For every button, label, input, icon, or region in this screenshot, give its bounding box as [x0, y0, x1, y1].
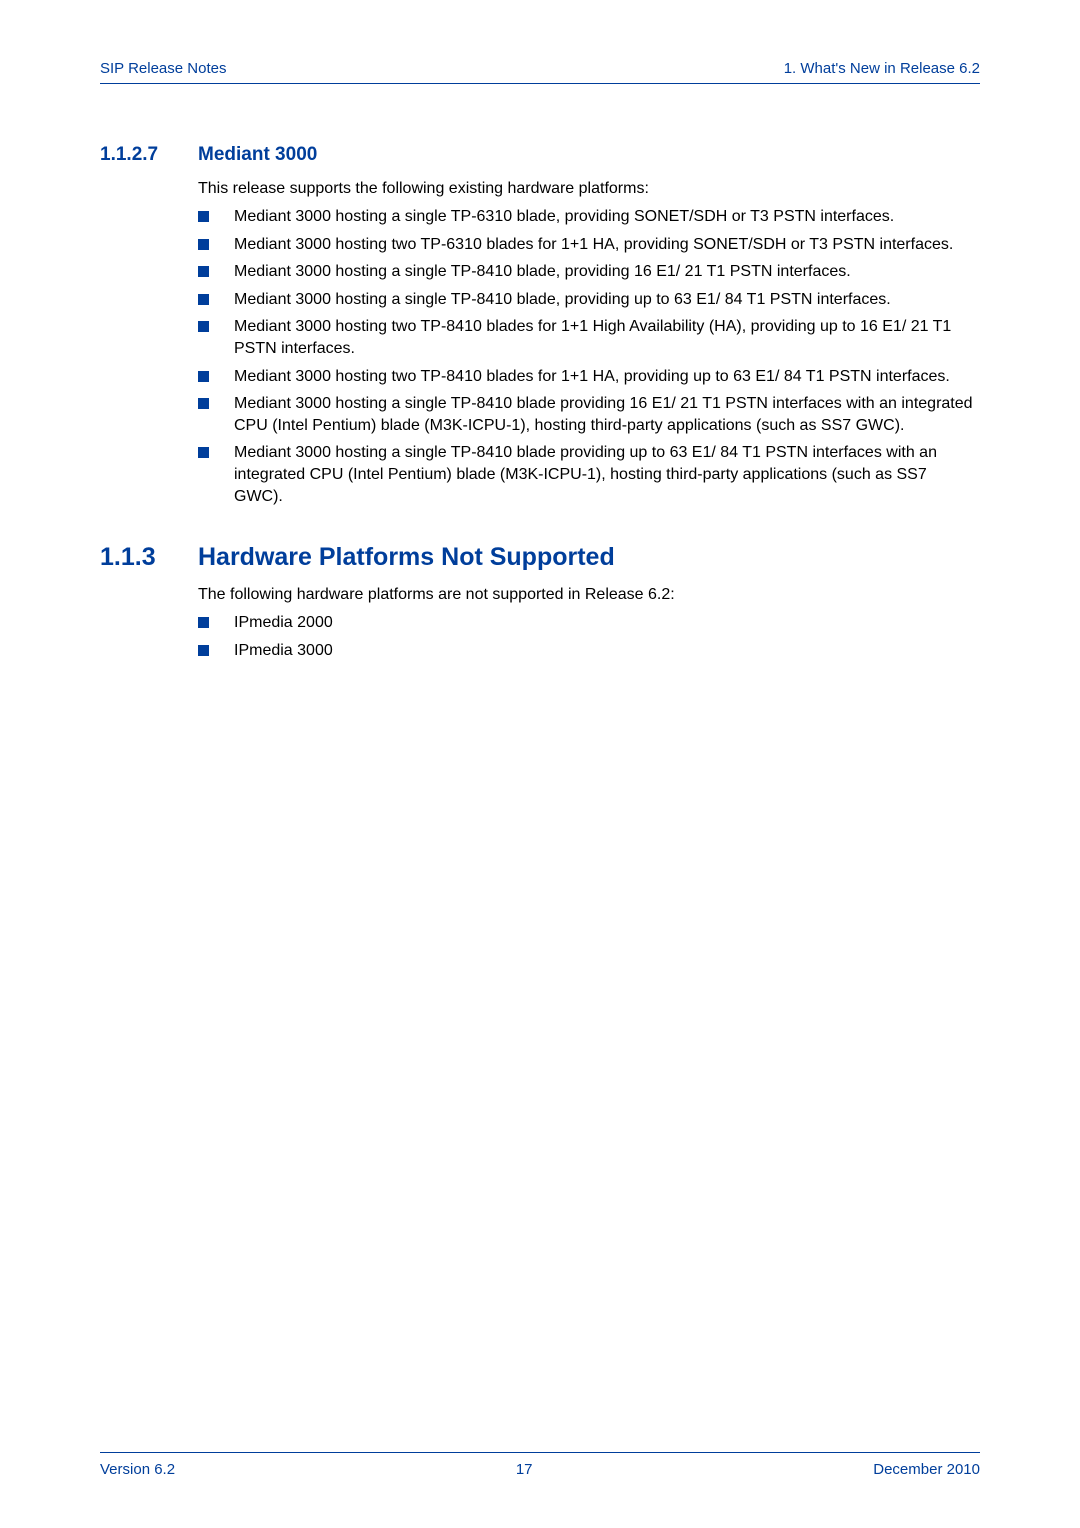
footer-left: Version 6.2	[100, 1461, 175, 1478]
section2-body: The following hardware platforms are not…	[198, 586, 980, 661]
page-content: 1.1.2.7 Mediant 3000 This release suppor…	[100, 84, 980, 661]
list-item: Mediant 3000 hosting a single TP-8410 bl…	[198, 393, 980, 436]
list-item: Mediant 3000 hosting a single TP-6310 bl…	[198, 206, 980, 228]
footer-right: December 2010	[873, 1461, 980, 1478]
list-item: Mediant 3000 hosting two TP-8410 blades …	[198, 366, 980, 388]
page-footer: Version 6.2 17 December 2010	[100, 1452, 980, 1478]
page-header: SIP Release Notes 1. What's New in Relea…	[100, 60, 980, 84]
section-number: 1.1.2.7	[100, 144, 176, 166]
list-item: IPmedia 3000	[198, 640, 980, 662]
section-number: 1.1.3	[100, 543, 162, 572]
section-heading-1127: 1.1.2.7 Mediant 3000	[100, 144, 980, 166]
section1-bullets: Mediant 3000 hosting a single TP-6310 bl…	[198, 206, 980, 507]
list-item: IPmedia 2000	[198, 612, 980, 634]
footer-rule	[100, 1452, 980, 1453]
section1-body: This release supports the following exis…	[198, 180, 980, 507]
section1-intro: This release supports the following exis…	[198, 180, 980, 198]
section2-intro: The following hardware platforms are not…	[198, 586, 980, 604]
footer-page-number: 17	[516, 1461, 533, 1478]
footer-row: Version 6.2 17 December 2010	[100, 1461, 980, 1478]
section-title: Mediant 3000	[198, 144, 317, 166]
list-item: Mediant 3000 hosting a single TP-8410 bl…	[198, 289, 980, 311]
header-left: SIP Release Notes	[100, 60, 226, 77]
list-item: Mediant 3000 hosting two TP-8410 blades …	[198, 316, 980, 359]
list-item: Mediant 3000 hosting a single TP-8410 bl…	[198, 442, 980, 507]
section-heading-113: 1.1.3 Hardware Platforms Not Supported	[100, 543, 980, 572]
section-title: Hardware Platforms Not Supported	[198, 543, 615, 572]
section2-bullets: IPmedia 2000 IPmedia 3000	[198, 612, 980, 661]
list-item: Mediant 3000 hosting a single TP-8410 bl…	[198, 261, 980, 283]
page-container: SIP Release Notes 1. What's New in Relea…	[0, 0, 1080, 707]
header-right: 1. What's New in Release 6.2	[784, 60, 980, 77]
list-item: Mediant 3000 hosting two TP-6310 blades …	[198, 234, 980, 256]
